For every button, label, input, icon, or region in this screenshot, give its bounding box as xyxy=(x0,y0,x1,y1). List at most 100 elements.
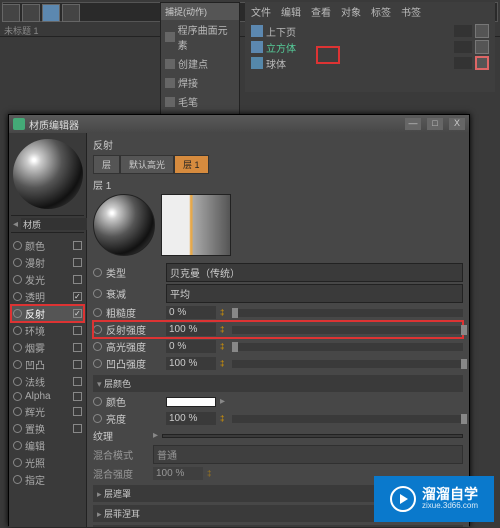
tag-slot[interactable] xyxy=(475,56,489,70)
vis-dots[interactable] xyxy=(454,25,472,37)
param-dot[interactable] xyxy=(13,475,22,484)
spinner-icon[interactable]: ‡ xyxy=(220,414,228,423)
param-dot[interactable] xyxy=(13,326,22,335)
mixstr-value[interactable]: 100 % xyxy=(153,467,203,480)
group-layer-color[interactable]: 层颜色 xyxy=(93,375,463,392)
param-dot[interactable] xyxy=(93,308,102,317)
param-dot[interactable] xyxy=(93,289,102,298)
param-dot[interactable] xyxy=(93,268,102,277)
channel-烟雾[interactable]: 烟雾 xyxy=(11,339,84,356)
channel-透明[interactable]: 透明 xyxy=(11,288,84,305)
param-dot[interactable] xyxy=(13,360,22,369)
channel-checkbox[interactable] xyxy=(73,424,82,433)
menu-item[interactable]: 书签 xyxy=(401,4,421,19)
tool-icon[interactable] xyxy=(2,4,20,22)
channel-checkbox[interactable] xyxy=(73,309,82,318)
material-preview-sphere[interactable] xyxy=(13,139,83,209)
slider[interactable] xyxy=(232,360,463,368)
value-input[interactable]: 100 % xyxy=(166,357,216,370)
texture-arrow-icon[interactable]: ▸ xyxy=(153,430,158,441)
channel-颜色[interactable]: 颜色 xyxy=(11,237,84,254)
channel-checkbox[interactable] xyxy=(73,292,82,301)
channel-checkbox[interactable] xyxy=(73,407,82,416)
picker-icon[interactable]: ▸ xyxy=(220,396,225,407)
channel-checkbox[interactable] xyxy=(73,377,82,386)
tag-slot[interactable] xyxy=(475,40,489,54)
context-item[interactable]: 毛笔 xyxy=(161,92,239,111)
param-dot[interactable] xyxy=(13,458,22,467)
spinner-icon[interactable]: ‡ xyxy=(220,325,228,334)
tree-row[interactable]: 上下页 xyxy=(251,23,489,39)
channel-checkbox[interactable] xyxy=(73,360,82,369)
channel-checkbox[interactable] xyxy=(73,343,82,352)
param-dot[interactable] xyxy=(13,377,22,386)
param-dot[interactable] xyxy=(13,275,22,284)
spinner-icon[interactable]: ‡ xyxy=(207,469,215,478)
param-dot[interactable] xyxy=(93,325,102,334)
context-item[interactable]: 程序曲面元素 xyxy=(161,20,239,54)
titlebar[interactable]: 材质编辑器 — □ X xyxy=(9,115,469,133)
tab-layer1[interactable]: 层 1 xyxy=(174,155,209,174)
nav-left-icon[interactable]: ◂ xyxy=(13,219,18,230)
spinner-icon[interactable]: ‡ xyxy=(220,359,228,368)
value-input[interactable]: 0 % xyxy=(166,306,216,319)
channel-编辑[interactable]: 编辑 xyxy=(11,437,84,454)
channel-反射[interactable]: 反射 xyxy=(11,305,84,322)
channel-环境[interactable]: 环境 xyxy=(11,322,84,339)
channel-checkbox[interactable] xyxy=(73,392,82,401)
texture-slot[interactable] xyxy=(162,434,463,438)
slider[interactable] xyxy=(232,343,463,351)
param-dot[interactable] xyxy=(13,258,22,267)
tab-layer[interactable]: 层 xyxy=(93,155,120,174)
menu-item[interactable]: 标签 xyxy=(371,4,391,19)
value-input[interactable]: 100 % xyxy=(166,323,216,336)
spinner-icon[interactable]: ‡ xyxy=(220,342,228,351)
tool-icon[interactable] xyxy=(22,4,40,22)
channel-漫射[interactable]: 漫射 xyxy=(11,254,84,271)
param-dot[interactable] xyxy=(93,397,102,406)
menu-item[interactable]: 文件 xyxy=(251,4,271,19)
brightness-value[interactable]: 100 % xyxy=(166,412,216,425)
param-dot[interactable] xyxy=(93,359,102,368)
channel-checkbox[interactable] xyxy=(73,275,82,284)
channel-法线[interactable]: 法线 xyxy=(11,373,84,390)
channel-checkbox[interactable] xyxy=(73,241,82,250)
param-dot[interactable] xyxy=(93,342,102,351)
channel-checkbox[interactable] xyxy=(73,258,82,267)
type-dropdown[interactable]: 贝克曼（传统） xyxy=(166,263,463,282)
atten-dropdown[interactable]: 平均 xyxy=(166,284,463,303)
tool-icon-selected[interactable] xyxy=(42,4,60,22)
vis-dots[interactable] xyxy=(454,41,472,53)
maximize-button[interactable]: □ xyxy=(427,118,443,130)
spinner-icon[interactable]: ‡ xyxy=(220,308,228,317)
close-button[interactable]: X xyxy=(449,118,465,130)
channel-Alpha[interactable]: Alpha xyxy=(11,390,84,403)
minimize-button[interactable]: — xyxy=(405,118,421,130)
color-swatch[interactable] xyxy=(166,397,216,407)
group-layer-sampling[interactable]: 层采样 xyxy=(93,525,463,527)
slider[interactable] xyxy=(232,309,463,317)
brightness-slider[interactable] xyxy=(232,415,463,423)
param-dot[interactable] xyxy=(13,441,22,450)
menu-item[interactable]: 查看 xyxy=(311,4,331,19)
channel-checkbox[interactable] xyxy=(73,326,82,335)
param-dot[interactable] xyxy=(13,343,22,352)
param-dot[interactable] xyxy=(13,424,22,433)
tree-row[interactable]: 球体 xyxy=(251,55,489,71)
param-dot[interactable] xyxy=(13,292,22,301)
tab-default[interactable]: 默认高光 xyxy=(120,155,174,174)
channel-指定[interactable]: 指定 xyxy=(11,471,84,488)
document-tab[interactable]: 未标题 1 xyxy=(4,24,39,37)
slider[interactable] xyxy=(232,326,463,334)
tree-row[interactable]: 立方体 xyxy=(251,39,489,55)
menu-item[interactable]: 编辑 xyxy=(281,4,301,19)
tag-slot[interactable] xyxy=(475,24,489,38)
channel-发光[interactable]: 发光 xyxy=(11,271,84,288)
channel-光照[interactable]: 光照 xyxy=(11,454,84,471)
mixmode-dropdown[interactable]: 普通 xyxy=(153,445,463,464)
param-dot[interactable] xyxy=(13,309,22,318)
context-item[interactable]: 焊接 xyxy=(161,73,239,92)
channel-置换[interactable]: 置换 xyxy=(11,420,84,437)
tool-icon[interactable] xyxy=(62,4,80,22)
value-input[interactable]: 0 % xyxy=(166,340,216,353)
